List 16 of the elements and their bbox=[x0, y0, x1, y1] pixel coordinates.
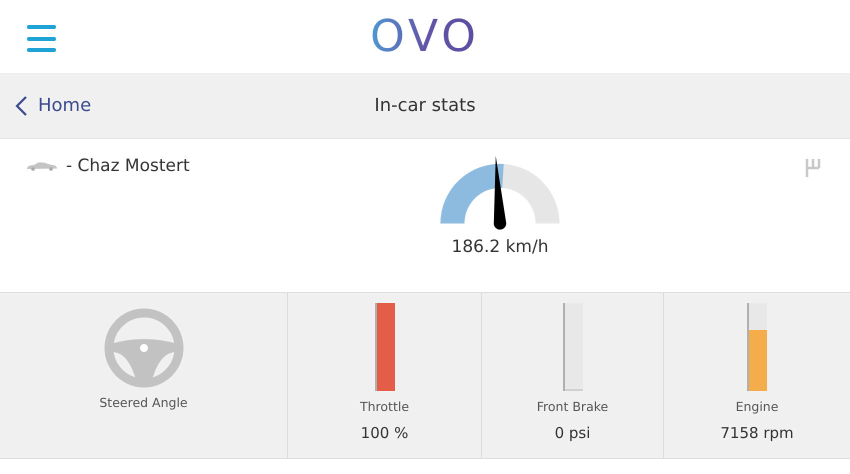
speed-reading: 186.2 km/h bbox=[452, 237, 548, 257]
meter-reading: 7158 rpm bbox=[720, 424, 794, 442]
meter-label: Engine bbox=[736, 399, 778, 414]
menu-icon[interactable] bbox=[27, 25, 56, 52]
meter-label: Front Brake bbox=[536, 399, 608, 414]
chevron-left-icon bbox=[14, 94, 28, 116]
page-title: In-car stats bbox=[374, 95, 476, 116]
meter-reading: 100 % bbox=[360, 424, 408, 442]
car-icon bbox=[26, 161, 58, 171]
steering-label: Steered Angle bbox=[99, 395, 188, 410]
steering-wheel-icon bbox=[104, 308, 184, 388]
meter-reading: 0 psi bbox=[554, 424, 590, 442]
meter-label: Throttle bbox=[360, 399, 410, 414]
driver-name: - Chaz Mostert bbox=[66, 156, 190, 176]
gear-shift-icon bbox=[804, 158, 822, 178]
back-link[interactable]: Home bbox=[14, 94, 92, 116]
